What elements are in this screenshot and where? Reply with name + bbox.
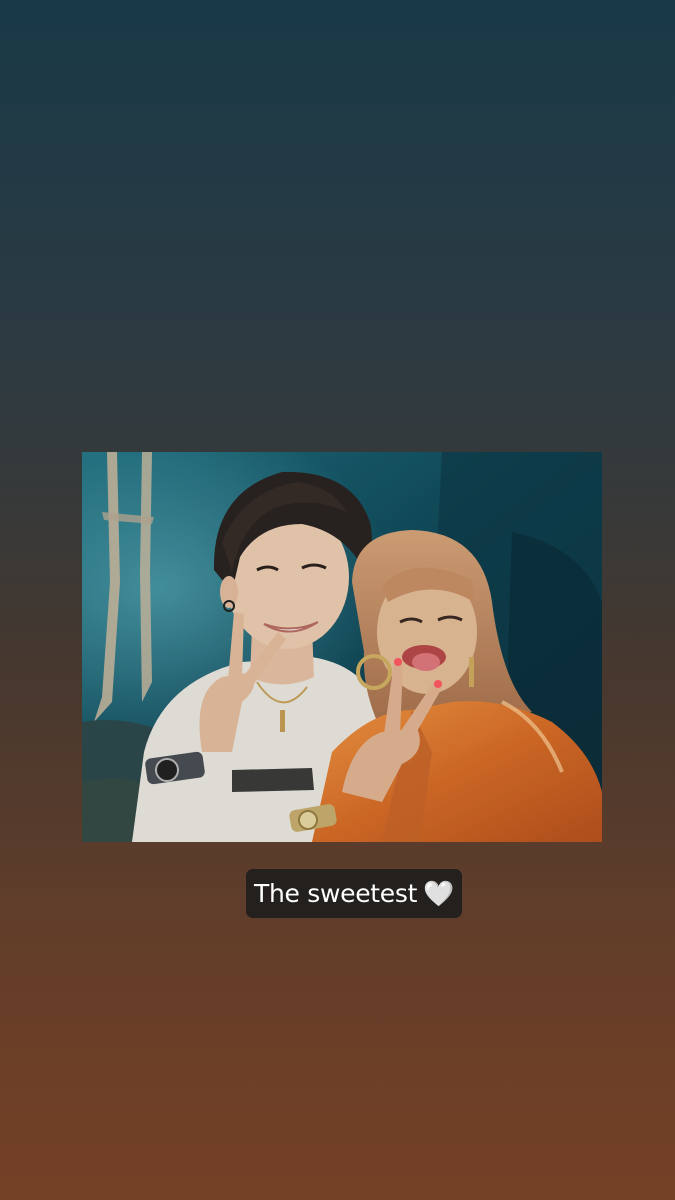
caption-sticker: The sweetest 🤍 (246, 869, 462, 918)
caption-text: The sweetest (254, 879, 418, 908)
story-canvas: The sweetest 🤍 (0, 0, 675, 1200)
selfie-photo (82, 452, 602, 842)
white-heart-icon: 🤍 (423, 879, 454, 908)
